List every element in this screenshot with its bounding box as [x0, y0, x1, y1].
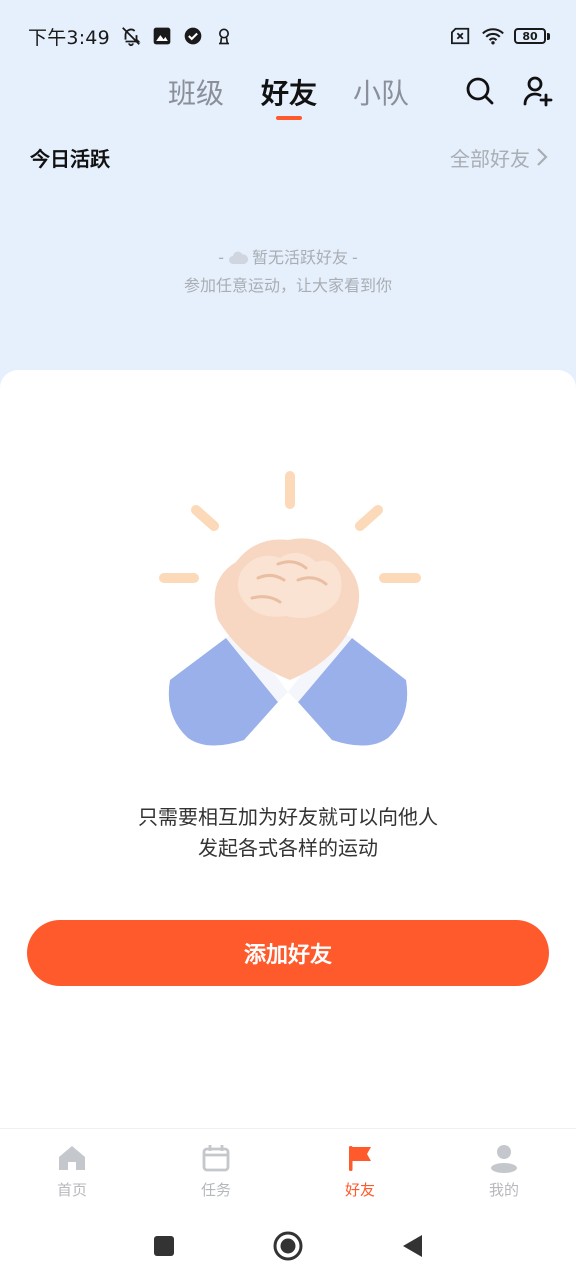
- tab-team[interactable]: 小队: [353, 76, 409, 120]
- recent-apps-button[interactable]: [147, 1229, 181, 1263]
- nav-friends-label: 好友: [344, 1181, 375, 1199]
- add-friend-button[interactable]: 添加好友: [27, 920, 549, 986]
- empty-active-subtitle: 参加任意运动，让大家看到你: [183, 276, 392, 295]
- nav-home-label: 首页: [56, 1181, 87, 1199]
- person-icon: [487, 1141, 521, 1175]
- empty-state-description: 只需要相互加为好友就可以向他人 发起各式各样的运动: [0, 802, 576, 864]
- handshake-illustration: [159, 471, 421, 746]
- add-user-icon: [523, 76, 553, 107]
- empty-active-friends: - 暂无活跃好友 - 参加任意运动，让大家看到你: [0, 244, 576, 300]
- search-button[interactable]: [463, 74, 497, 108]
- home-system-button[interactable]: [271, 1229, 305, 1263]
- tab-class-label: 班级: [168, 77, 225, 110]
- system-navigation-bar: [0, 1212, 576, 1280]
- empty-active-title: 暂无活跃好友: [251, 248, 348, 267]
- empty-state-line2: 发起各式各样的运动: [198, 836, 378, 860]
- check-circle-icon: [182, 25, 204, 47]
- tab-team-label: 小队: [353, 77, 410, 110]
- nav-friends[interactable]: 好友: [288, 1129, 432, 1212]
- flag-icon: [343, 1141, 377, 1175]
- today-active-header: 今日活跃 全部好友: [0, 140, 576, 174]
- nav-home[interactable]: 首页: [0, 1129, 144, 1212]
- add-friend-button-label: 添加好友: [243, 943, 332, 968]
- tab-friends[interactable]: 好友: [261, 76, 317, 120]
- nav-tasks-label: 任务: [200, 1181, 231, 1199]
- battery-icon: 80: [514, 28, 550, 44]
- nav-mine[interactable]: 我的: [432, 1129, 576, 1212]
- bottom-navigation: 首页 任务 好友 我的: [0, 1128, 576, 1212]
- tab-class[interactable]: 班级: [168, 76, 224, 120]
- battery-level: 80: [514, 28, 546, 44]
- cloud-icon: [228, 251, 248, 264]
- nav-mine-label: 我的: [488, 1181, 519, 1199]
- chevron-right-icon: [537, 148, 548, 166]
- status-system-icons: 80: [450, 25, 550, 47]
- all-friends-link[interactable]: 全部好友: [450, 143, 548, 172]
- image-icon: [151, 25, 173, 47]
- nav-tasks[interactable]: 任务: [144, 1129, 288, 1212]
- search-icon: [466, 77, 494, 105]
- all-friends-label: 全部好友: [450, 146, 530, 171]
- bell-muted-icon: [120, 25, 142, 47]
- wifi-icon: [482, 25, 504, 47]
- status-bar: 下午3:49 80: [0, 0, 576, 72]
- add-friend-header-button[interactable]: [521, 74, 555, 108]
- back-system-button[interactable]: [395, 1229, 429, 1263]
- friends-page: 下午3:49 80 班级 好友 小队 今日活跃 全部好友 - 暂无活跃好友 - …: [0, 0, 576, 1280]
- square-icon: [154, 1236, 174, 1256]
- tab-active-indicator: [276, 116, 302, 120]
- circle-icon: [273, 1231, 303, 1261]
- empty-state-line1: 只需要相互加为好友就可以向他人: [138, 805, 438, 829]
- home-icon: [55, 1141, 89, 1175]
- calendar-icon: [199, 1141, 233, 1175]
- tab-friends-label: 好友: [261, 77, 318, 110]
- location-badge-icon: [213, 25, 235, 47]
- status-time: 下午3:49: [28, 26, 110, 49]
- status-notification-icons: [120, 25, 235, 47]
- empty-state-card: 只需要相互加为好友就可以向他人 发起各式各样的运动 添加好友: [0, 370, 576, 1130]
- today-active-title: 今日活跃: [30, 146, 110, 171]
- back-triangle-icon: [403, 1235, 422, 1257]
- sim-off-icon: [450, 25, 472, 47]
